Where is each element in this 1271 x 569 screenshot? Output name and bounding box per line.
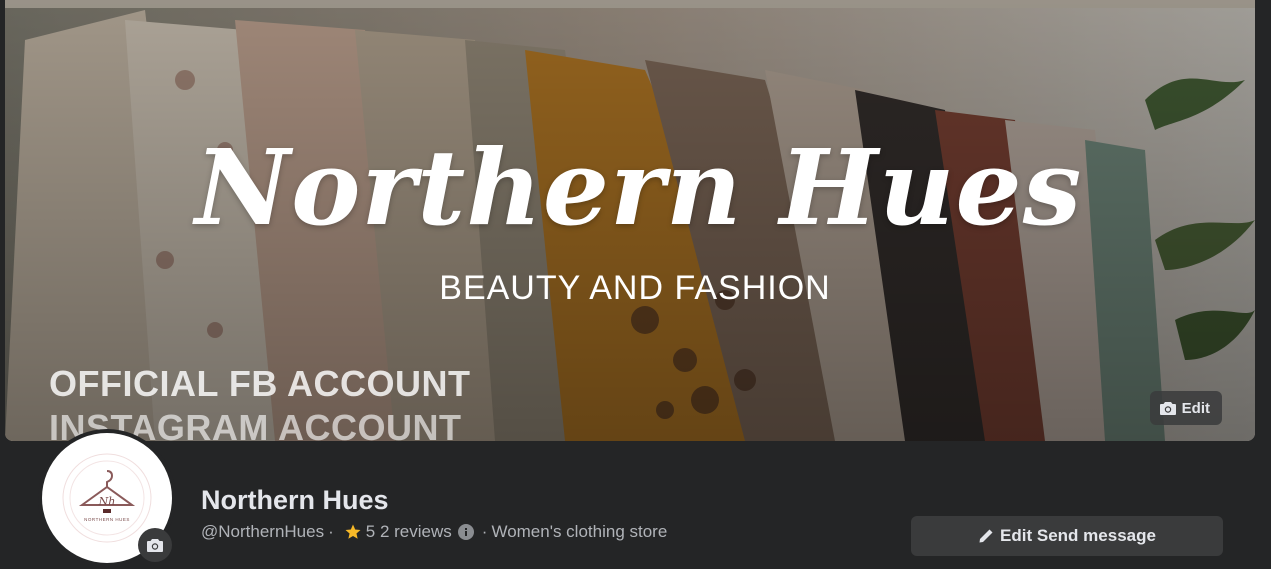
camera-icon (1159, 401, 1176, 415)
page-meta: @NorthernHues · 5 2 reviews · Women's cl… (201, 521, 667, 543)
cover-subtitle: BEAUTY AND FASHION (439, 269, 831, 307)
cover-title: Northern Hues (195, 126, 1083, 249)
camera-icon (147, 538, 163, 552)
reviews-link[interactable]: 2 reviews (380, 521, 452, 543)
separator: · (328, 522, 334, 541)
separator: · (481, 522, 488, 541)
cover-text-official-fb: OFFICIAL FB ACCOUNT (49, 363, 471, 404)
send-message-button[interactable]: Edit Send message (911, 516, 1223, 556)
svg-text:Nh: Nh (98, 495, 116, 508)
page-title: Northern Hues (201, 485, 389, 515)
rating-value: 5 (365, 522, 376, 541)
svg-text:NORTHERN HUES: NORTHERN HUES (84, 517, 130, 522)
send-message-label: Edit Send message (1000, 526, 1156, 545)
edit-cover-label: Edit (1181, 399, 1210, 417)
page-handle[interactable]: @NorthernHues (201, 521, 324, 543)
pencil-icon (978, 528, 994, 544)
edit-cover-button[interactable]: Edit (1149, 391, 1222, 425)
cover-photo[interactable]: Northern Hues BEAUTY AND FASHION OFFICIA… (5, 0, 1255, 441)
star-icon (344, 523, 362, 541)
info-icon[interactable] (457, 524, 474, 540)
page-header: Northern Hues BEAUTY AND FASHION OFFICIA… (0, 0, 1271, 569)
update-profile-picture-button[interactable] (138, 528, 172, 562)
category-link[interactable]: Women's clothing store (491, 521, 667, 543)
